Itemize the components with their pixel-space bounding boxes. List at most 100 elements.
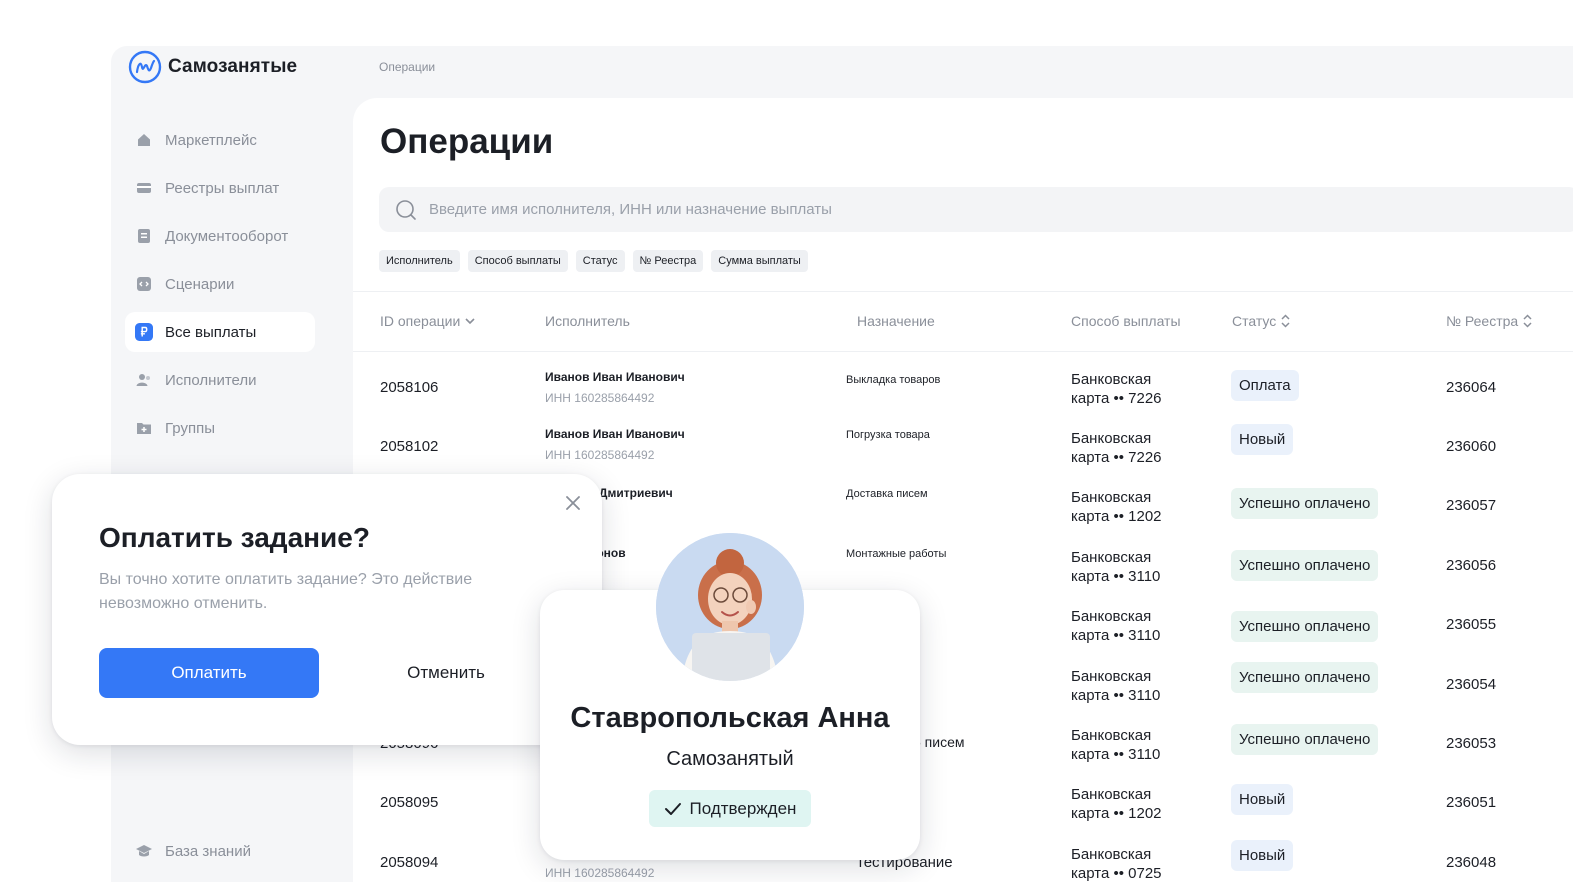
executor-name: Иванов Иван Иванович [545, 427, 685, 441]
filter-chip-payout-method[interactable]: Способ выплаты [467, 250, 568, 272]
cancel-button[interactable]: Отменить [352, 648, 540, 698]
pay-button[interactable]: Оплатить [99, 648, 319, 698]
payout-method: Банковская карта •• 7226 [1071, 370, 1162, 408]
sidebar-item-documents[interactable]: Документооборот [125, 216, 315, 256]
status-cell: Успешно оплачено [1231, 611, 1379, 642]
payout-method-card: карта •• 3110 [1071, 687, 1161, 704]
sidebar-item-label: Все выплаты [165, 323, 257, 341]
document-icon [135, 227, 153, 245]
close-icon[interactable] [562, 492, 584, 514]
payout-method-card: карта •• 7226 [1071, 390, 1162, 407]
payout-method-card: карта •• 0725 [1071, 865, 1162, 882]
registry-number: 236056 [1446, 557, 1497, 574]
payout-method-type: Банковская [1071, 727, 1152, 744]
column-header-id[interactable]: ID операции [380, 313, 475, 329]
payout-method-type: Банковская [1071, 549, 1152, 566]
profile-role: Самозанятый [666, 748, 794, 770]
status-badge: Новый [1231, 840, 1294, 871]
registry-number: 236055 [1446, 616, 1497, 633]
payout-method-type: Банковская [1071, 430, 1152, 447]
status-badge: Успешно оплачено [1231, 662, 1379, 693]
status-cell: Успешно оплачено [1231, 550, 1379, 581]
sidebar-item-knowledge-base[interactable]: База знаний [135, 842, 251, 860]
sidebar-item-scenarios[interactable]: Сценарии [125, 264, 315, 304]
sidebar-item-executors[interactable]: Исполнители [125, 360, 315, 400]
sidebar-item-all-payouts[interactable]: Все выплаты [125, 312, 315, 352]
payout-method-card: карта •• 3110 [1071, 627, 1161, 644]
status-cell: Новый [1231, 424, 1294, 455]
payout-method-card: карта •• 3110 [1071, 568, 1161, 585]
column-header-label: ID операции [380, 313, 461, 329]
filter-chip-status[interactable]: Статус [575, 250, 625, 272]
registry-number: 236057 [1446, 497, 1497, 514]
filter-chip-executor[interactable]: Исполнитель [379, 250, 460, 272]
payout-method-type: Банковская [1071, 668, 1152, 685]
payout-purpose: Доставка писем [846, 488, 928, 500]
sidebar-item-label: Исполнители [165, 371, 257, 389]
column-header-label: Исполнитель [545, 313, 630, 329]
filter-chip-registry[interactable]: № Реестра [632, 250, 704, 272]
payout-purpose: Монтажные работы [846, 548, 947, 560]
column-header-label: № Реестра [1446, 313, 1519, 329]
registry-number: 236064 [1446, 379, 1497, 396]
payout-purpose: Выкладка товаров [846, 374, 941, 386]
brand-logo[interactable]: Самозанятые [128, 50, 297, 84]
sidebar-item-label: Маркетплейс [165, 131, 257, 149]
sidebar-item-payout-registries[interactable]: Реестры выплат [125, 168, 315, 208]
payout-purpose: Погрузка товара [846, 429, 930, 441]
registry-number: 236053 [1446, 735, 1497, 752]
card-icon [135, 179, 153, 197]
payout-purpose: 5 писем [913, 734, 965, 750]
status-cell: Успешно оплачено [1231, 662, 1379, 693]
code-icon [135, 275, 153, 293]
sort-icon [1281, 314, 1290, 328]
payout-method: Банковская карта •• 1202 [1071, 488, 1162, 526]
sidebar-item-label: Документооборот [165, 227, 289, 245]
payout-method-type: Банковская [1071, 846, 1152, 863]
divider [353, 291, 1573, 292]
sidebar-item-groups[interactable]: Группы [125, 408, 315, 448]
payout-method: Банковская карта •• 3110 [1071, 726, 1160, 764]
payout-method: Банковская карта •• 3110 [1071, 667, 1160, 705]
column-header-method[interactable]: Способ выплаты [1071, 313, 1181, 329]
filter-chips: Исполнитель Способ выплаты Статус № Реес… [379, 250, 808, 272]
payout-method: Банковская карта •• 3110 [1071, 548, 1160, 586]
column-header-executor[interactable]: Исполнитель [545, 313, 630, 329]
sidebar-item-marketplace[interactable]: Маркетплейс [125, 120, 315, 160]
column-header-status[interactable]: Статус [1232, 313, 1290, 329]
registry-number: 236048 [1446, 854, 1497, 871]
status-badge: Успешно оплачено [1231, 611, 1379, 642]
status-badge: Успешно оплачено [1231, 488, 1379, 519]
status-cell: Новый [1231, 840, 1294, 871]
sidebar-item-label: Реестры выплат [165, 179, 280, 197]
operation-id: 2058102 [380, 438, 439, 455]
sidebar-item-label: Сценарии [165, 275, 235, 293]
operation-id: 2058095 [380, 794, 439, 811]
users-icon [135, 371, 153, 389]
status-badge: Оплата [1231, 370, 1299, 401]
operation-id: 2058106 [380, 379, 439, 396]
table-row[interactable]: 2058095 Банковская карта •• 1202 Новый 23… [353, 784, 1573, 843]
ruble-icon [135, 323, 153, 341]
executor-inn: ИНН 160285864492 [545, 448, 655, 462]
folder-plus-icon [135, 419, 153, 437]
payout-method-type: Банковская [1071, 786, 1152, 803]
status-cell: Новый [1231, 784, 1294, 815]
column-header-registry[interactable]: № Реестра [1446, 313, 1532, 329]
payout-method-card: карта •• 1202 [1071, 508, 1162, 525]
payout-method-card: карта •• 7226 [1071, 449, 1162, 466]
table-row[interactable]: 2058094 ИНН 160285864492 тестирование Ба… [353, 840, 1573, 882]
avatar-illustration [656, 533, 804, 681]
status-badge: Новый [1231, 424, 1294, 455]
filter-chip-amount[interactable]: Сумма выплаты [711, 250, 808, 272]
verified-label: Подтвержден [689, 798, 797, 818]
sidebar-item-label: База знаний [165, 842, 251, 860]
search-input[interactable] [427, 200, 1331, 219]
search-bar[interactable] [379, 187, 1573, 232]
status-cell: Успешно оплачено [1231, 488, 1379, 519]
table-row[interactable]: 2058106 Иванов Иван Иванович ИНН 1602858… [353, 370, 1573, 428]
column-header-purpose[interactable]: Назначение [857, 313, 935, 329]
status-badge: Успешно оплачено [1231, 550, 1379, 581]
breadcrumb[interactable]: Операции [379, 60, 435, 74]
registry-number: 236051 [1446, 794, 1497, 811]
